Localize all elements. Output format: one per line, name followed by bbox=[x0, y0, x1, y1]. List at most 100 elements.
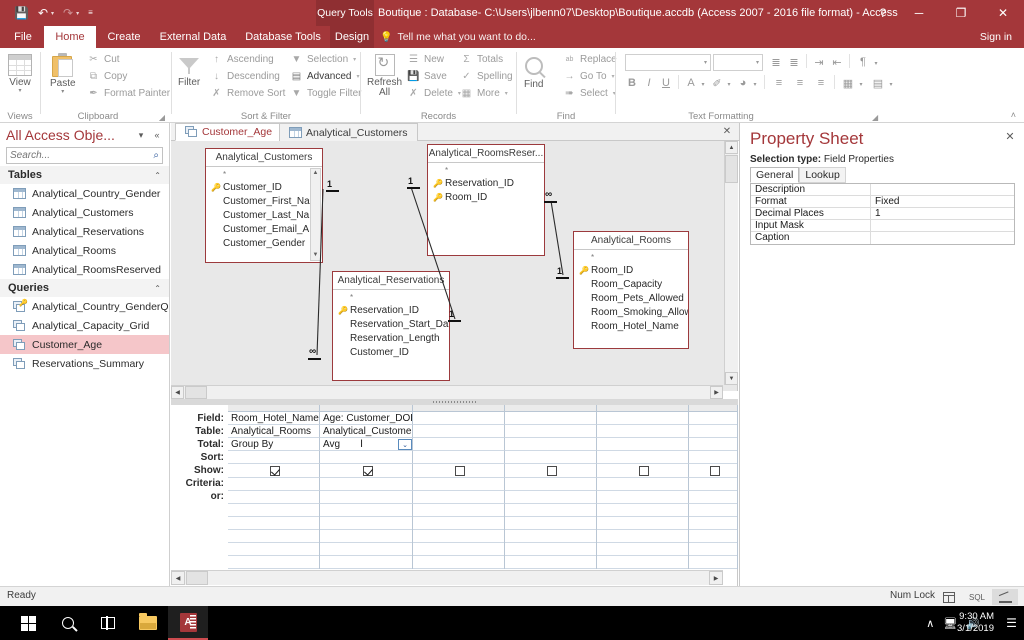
start-button[interactable] bbox=[8, 606, 48, 640]
grid-cell-table[interactable] bbox=[413, 425, 505, 438]
grid-cell-show[interactable] bbox=[320, 464, 413, 478]
show-checkbox[interactable] bbox=[639, 465, 649, 476]
close-document-button[interactable]: ✕ bbox=[720, 124, 734, 138]
scroll-left-icon[interactable]: ◀ bbox=[171, 571, 185, 585]
grid-cell-criteria[interactable] bbox=[413, 478, 505, 491]
clock[interactable]: 9:30 AM 3/1/2019 bbox=[957, 606, 994, 640]
font-color-caret-icon[interactable]: ▾ bbox=[699, 76, 707, 92]
show-hidden-icons-icon[interactable]: ∧ bbox=[926, 617, 934, 630]
scroll-left-icon[interactable]: ◀ bbox=[171, 386, 184, 399]
grid-cell-field[interactable]: Room_Hotel_Name bbox=[228, 412, 320, 425]
numbering-button[interactable]: ≣ bbox=[786, 54, 802, 70]
property-value[interactable]: 1 bbox=[871, 208, 1014, 219]
format-painter-button[interactable]: ✒ Format Painter bbox=[87, 88, 170, 99]
nav-item-analytical-country-genderq[interactable]: Analytical_Country_GenderQ bbox=[0, 297, 169, 316]
grid-cell-total[interactable] bbox=[689, 438, 738, 451]
show-checkbox[interactable] bbox=[547, 465, 557, 476]
minimize-button[interactable]: ─ bbox=[898, 0, 940, 26]
tab-file[interactable]: File bbox=[6, 26, 40, 48]
grid-cell-sort[interactable] bbox=[320, 451, 413, 464]
toggle-filter-button[interactable]: ▼ Toggle Filter bbox=[290, 88, 362, 99]
field-asterisk[interactable]: * bbox=[333, 292, 449, 303]
grid-cell-criteria[interactable] bbox=[689, 478, 738, 491]
text-direction-caret-icon[interactable]: ▾ bbox=[872, 55, 880, 71]
collapse-pane-icon[interactable]: « bbox=[149, 127, 165, 143]
collapse-ribbon-button[interactable]: ˄ bbox=[1011, 110, 1016, 120]
grid-cell-sort[interactable] bbox=[228, 451, 320, 464]
show-checkbox[interactable] bbox=[362, 465, 373, 476]
field-row[interactable]: Room_Hotel_Name bbox=[574, 319, 688, 333]
grid-cell-field[interactable] bbox=[413, 412, 505, 425]
property-row[interactable]: Caption bbox=[751, 232, 1014, 244]
redo-caret-icon[interactable]: ▾ bbox=[76, 10, 79, 17]
redo-icon[interactable]: ↷ bbox=[63, 7, 73, 19]
grid-cell-or[interactable] bbox=[505, 491, 597, 504]
grid-cell-show[interactable] bbox=[228, 464, 320, 478]
query-design-grid[interactable]: Field: Table: Total: Sort: Show: Criteri… bbox=[171, 405, 738, 586]
undo-icon[interactable]: ↶ bbox=[38, 7, 48, 19]
chevron-up-icon[interactable]: ⌃ bbox=[154, 171, 161, 180]
grid-cell-sort[interactable] bbox=[597, 451, 689, 464]
text-formatting-dialog-launcher[interactable]: ◢ bbox=[872, 113, 878, 122]
font-name-caret-icon[interactable]: ▾ bbox=[704, 59, 710, 66]
navigation-menu-icon[interactable]: ▾ bbox=[133, 127, 149, 143]
query-design-canvas[interactable]: Analytical_Customers * 🔑 Customer_ID Cust… bbox=[171, 141, 738, 391]
grid-cell-sort[interactable] bbox=[413, 451, 505, 464]
decrease-indent-button[interactable]: ⇥ bbox=[811, 54, 827, 70]
grid-column-selector[interactable] bbox=[505, 405, 597, 412]
nav-item-analytical-customers[interactable]: Analytical_Customers bbox=[0, 203, 169, 222]
scroll-up-icon[interactable]: ▲ bbox=[313, 169, 319, 178]
nav-item-customer-age[interactable]: Customer_Age bbox=[0, 335, 169, 354]
customize-qat-icon[interactable]: ≡ bbox=[88, 9, 93, 17]
grid-cell-criteria[interactable] bbox=[228, 478, 320, 491]
filter-button[interactable]: Filter bbox=[178, 56, 200, 88]
alternate-row-color-caret-icon[interactable]: ▾ bbox=[857, 76, 865, 92]
select-button[interactable]: ➠ Select ▾ bbox=[563, 88, 616, 99]
field-row[interactable]: Customer_Gender bbox=[206, 236, 322, 250]
tab-external-data[interactable]: External Data bbox=[152, 26, 234, 48]
search-box[interactable]: ⌕ bbox=[6, 147, 163, 164]
grid-column-selector[interactable] bbox=[597, 405, 689, 412]
bullets-button[interactable]: ≣ bbox=[768, 54, 784, 70]
ascending-button[interactable]: ↑ Ascending bbox=[210, 54, 274, 65]
grid-cell-or[interactable] bbox=[689, 491, 738, 504]
align-center-button[interactable]: ≡ bbox=[792, 75, 808, 91]
grid-column-selector[interactable] bbox=[228, 405, 320, 412]
task-view-button[interactable] bbox=[88, 606, 128, 640]
grid-cell-field[interactable] bbox=[689, 412, 738, 425]
text-direction-button[interactable]: ¶ bbox=[855, 54, 871, 70]
field-asterisk[interactable]: * bbox=[428, 165, 544, 176]
underline-button[interactable]: U bbox=[659, 75, 673, 91]
sign-in-button[interactable]: Sign in bbox=[980, 26, 1012, 48]
scroll-right-icon[interactable]: ▶ bbox=[709, 571, 723, 585]
refresh-all-button[interactable]: Refresh All bbox=[367, 54, 402, 98]
field-row[interactable]: 🔑 Reservation_ID bbox=[428, 176, 544, 190]
total-dropdown-button[interactable]: ⌄ bbox=[398, 439, 412, 450]
file-explorer-button[interactable] bbox=[128, 606, 168, 640]
doc-tab-analytical-customers[interactable]: Analytical_Customers bbox=[279, 123, 418, 141]
field-row[interactable]: Customer_Last_Na bbox=[206, 208, 322, 222]
close-property-sheet-button[interactable]: ✕ bbox=[1003, 129, 1017, 143]
field-row[interactable]: 🔑 Customer_ID bbox=[206, 180, 322, 194]
grid-column-selector[interactable] bbox=[413, 405, 505, 412]
sql-view-button[interactable]: SQL bbox=[964, 589, 990, 605]
scroll-down-icon[interactable]: ▼ bbox=[313, 251, 319, 260]
grid-cell-or[interactable] bbox=[597, 491, 689, 504]
nav-item-analytical-country-gender[interactable]: Analytical_Country_Gender bbox=[0, 184, 169, 203]
copy-button[interactable]: ⧉ Copy bbox=[87, 71, 127, 82]
grid-cell-or[interactable] bbox=[320, 491, 413, 504]
nav-item-reservations-summary[interactable]: Reservations_Summary bbox=[0, 354, 169, 373]
grid-cell-or[interactable] bbox=[413, 491, 505, 504]
align-right-button[interactable]: ≡ bbox=[813, 75, 829, 91]
spelling-button[interactable]: ✓ Spelling bbox=[460, 71, 512, 82]
field-row[interactable]: Room_Smoking_Allow bbox=[574, 305, 688, 319]
descending-button[interactable]: ↓ Descending bbox=[210, 71, 280, 82]
tab-home[interactable]: Home bbox=[44, 26, 96, 48]
view-button[interactable]: View ▾ bbox=[8, 54, 32, 94]
font-size-box[interactable]: ▾ bbox=[713, 54, 763, 71]
gridlines-button[interactable]: ▤ bbox=[870, 75, 886, 91]
grid-cell-total[interactable] bbox=[505, 438, 597, 451]
field-row[interactable]: 🔑 Reservation_ID bbox=[333, 303, 449, 317]
grid-cell-total[interactable]: Group By bbox=[228, 438, 320, 451]
access-taskbar-button[interactable]: A bbox=[168, 606, 208, 640]
